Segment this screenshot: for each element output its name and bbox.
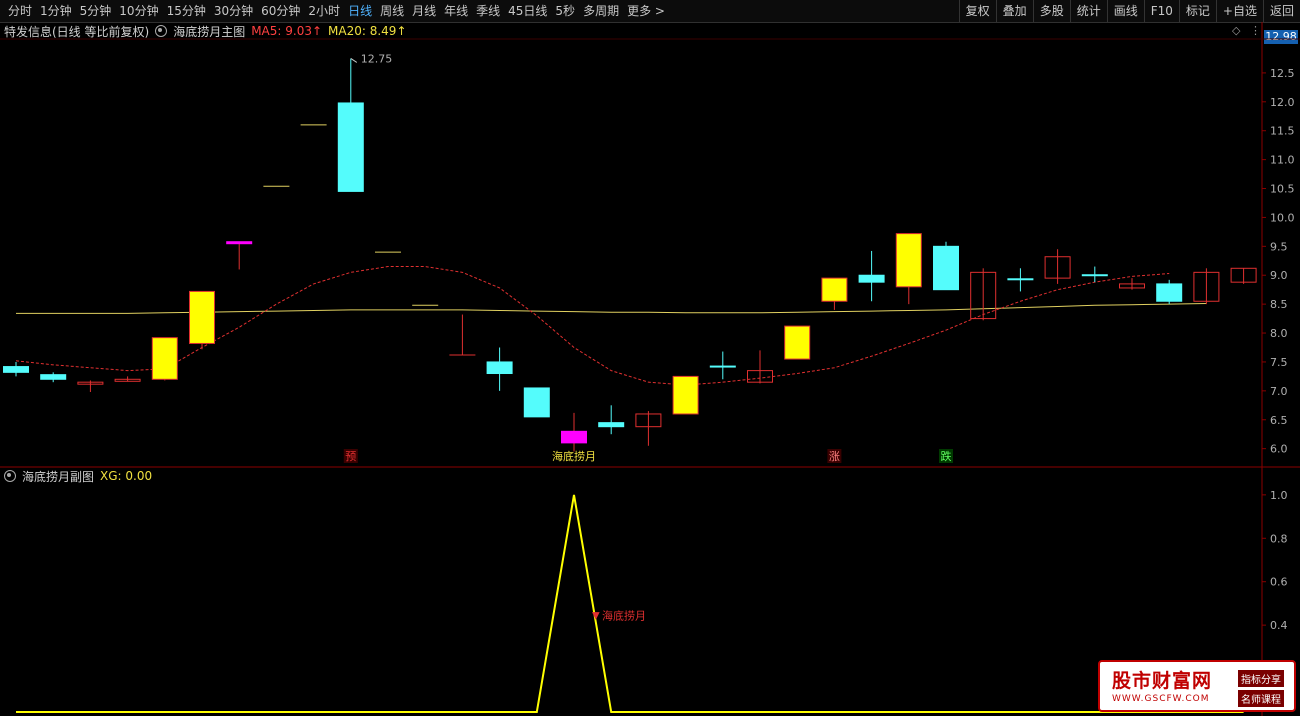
candle: [747, 350, 773, 384]
candle: [561, 412, 587, 452]
candle-body: [1081, 274, 1108, 277]
candle: [77, 380, 104, 393]
kline-chart[interactable]: 12.5 12.0 11.5 11.0 10.5 10.0 9.5 9.0 8.5 8.0 7.5 7…: [0, 0, 1300, 716]
y-tick-label: 1.0: [1270, 489, 1288, 502]
y-tick-label: 12.0: [1270, 96, 1295, 109]
candle-body: [3, 366, 29, 373]
candle: [3, 361, 29, 377]
y-tick-label: 6.0: [1270, 443, 1288, 456]
candle: [970, 268, 997, 321]
max-pointer: [350, 58, 358, 63]
candle: [189, 290, 215, 350]
candle-body: [598, 422, 625, 428]
candle-body: [523, 387, 550, 418]
signal-annotation: 预: [345, 450, 356, 463]
candle-body: [709, 365, 736, 368]
xg-signal-line: [16, 494, 1244, 713]
candle: [114, 376, 141, 382]
candle: [449, 314, 476, 356]
candle: [895, 233, 922, 305]
candle: [1230, 267, 1257, 284]
candle-body: [40, 374, 67, 380]
y-tick-label: 9.0: [1270, 269, 1288, 282]
watermark-logo: 股市财富网 WWW.GSCFW.COM 指标分享 名师课程: [1098, 660, 1296, 712]
watermark-title: 股市财富网: [1112, 670, 1213, 692]
candle: [709, 351, 736, 380]
y-tick-label: 11.0: [1270, 154, 1295, 167]
candle: [821, 277, 848, 310]
candle-body: [821, 277, 848, 302]
candle-body: [486, 361, 513, 375]
y-tick-label: 9.5: [1270, 240, 1288, 253]
candle: [151, 337, 178, 381]
candle: [598, 405, 625, 435]
watermark-tag: 名师课程: [1238, 690, 1284, 707]
candle: [1156, 279, 1183, 305]
y-tick-label: 10.0: [1270, 211, 1295, 224]
candle-body: [672, 375, 699, 415]
candle-body: [189, 290, 215, 344]
candle-body: [895, 233, 922, 288]
candle-body: [784, 325, 811, 360]
y-tick-label: 6.5: [1270, 414, 1288, 427]
y-tick-label: 11.5: [1270, 125, 1295, 138]
y-tick-label: 0.6: [1270, 576, 1288, 589]
candle: [523, 387, 550, 418]
candle: [1081, 266, 1108, 283]
y-tick-label: 7.0: [1270, 385, 1288, 398]
candle-body: [151, 337, 178, 380]
y-tick-label: 10.5: [1270, 183, 1295, 196]
candle: [1119, 278, 1145, 290]
y-tick-label: 8.5: [1270, 298, 1288, 311]
candle: [1044, 249, 1071, 284]
y-tick-label: 0.8: [1270, 532, 1288, 545]
y-tick-label: 0.4: [1270, 619, 1288, 632]
candle-body: [933, 245, 959, 291]
candle-body: [337, 102, 364, 192]
candle: [226, 241, 253, 270]
max-price-label: 12.75: [361, 52, 393, 65]
candle: [672, 375, 699, 415]
signal-label: 海底捞月: [602, 609, 646, 623]
ma5-dashed-line: [15, 266, 1170, 386]
candle: [486, 347, 513, 391]
watermark-tag: 指标分享: [1238, 670, 1284, 687]
candle: [784, 325, 811, 360]
candle: [337, 58, 364, 192]
candle: [40, 372, 67, 383]
y-tick-label: 12.5: [1270, 67, 1295, 80]
signal-annotation: 涨: [829, 450, 840, 463]
candle-body: [1156, 283, 1183, 302]
y-tick-label: 8.0: [1270, 327, 1288, 340]
candle-body: [561, 430, 587, 444]
candle: [933, 241, 959, 291]
y-tick-label: 7.5: [1270, 356, 1288, 369]
signal-arrow-icon: ▼: [592, 611, 600, 622]
watermark-url: WWW.GSCFW.COM: [1112, 694, 1210, 704]
signal-annotation: 海底捞月: [552, 449, 596, 463]
candle: [1193, 268, 1220, 305]
candle-body: [226, 241, 253, 245]
candle-body: [858, 274, 885, 283]
candle: [858, 250, 885, 302]
candle: [635, 411, 662, 446]
candle-body: [1007, 278, 1034, 281]
signal-annotation: 跌: [941, 449, 952, 463]
candle: [1007, 268, 1034, 292]
